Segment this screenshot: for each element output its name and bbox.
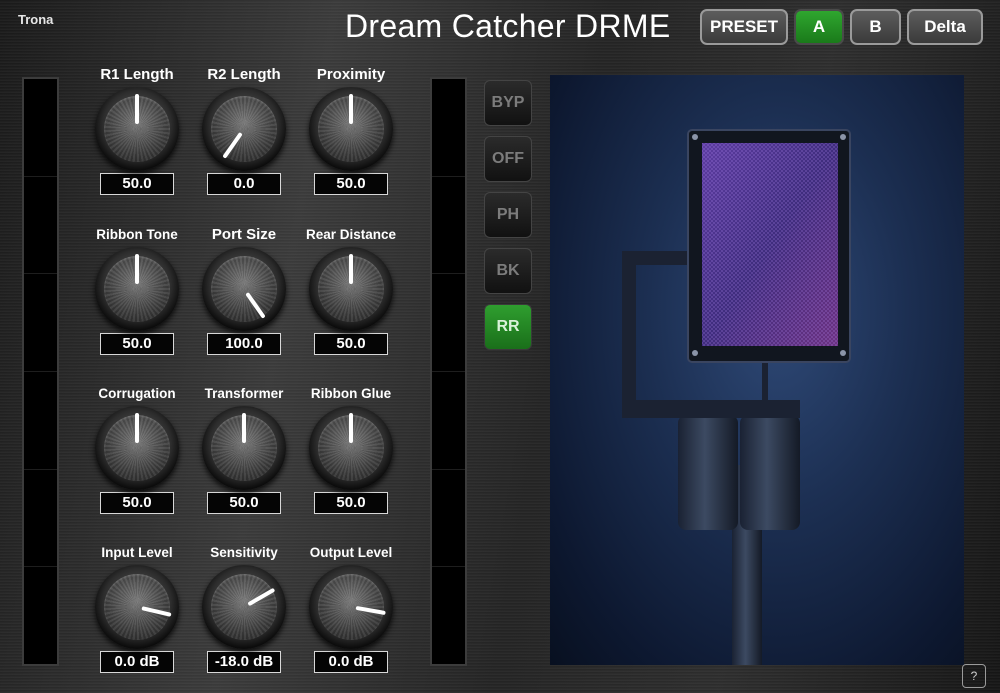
port-size-value[interactable]: 100.0	[207, 333, 281, 355]
output-level-knob[interactable]	[309, 565, 393, 649]
microphone-photo	[550, 75, 964, 665]
sensitivity-control: Sensitivity -18.0 dB	[189, 543, 299, 673]
rear-distance-label: Rear Distance	[305, 227, 397, 242]
input-level-knob[interactable]	[95, 565, 179, 649]
input-level-meter	[22, 77, 59, 666]
r1-length-value[interactable]: 50.0	[100, 173, 174, 195]
proximity-knob[interactable]	[309, 87, 393, 171]
ribbon-glue-control: Ribbon Glue 50.0	[296, 384, 406, 514]
r2-length-knob[interactable]	[202, 87, 286, 171]
port-size-label: Port Size	[211, 226, 277, 243]
corrugation-knob[interactable]	[95, 406, 179, 490]
sensitivity-value[interactable]: -18.0 dB	[207, 651, 281, 673]
delta-button[interactable]: Delta	[907, 9, 983, 45]
port-size-knob[interactable]	[202, 247, 286, 331]
r1-length-label: R1 Length	[100, 66, 174, 83]
mode-bk-button[interactable]: BK	[484, 248, 532, 294]
ribbon-tone-label: Ribbon Tone	[96, 227, 178, 242]
mode-bypass-button[interactable]: BYP	[484, 80, 532, 126]
proximity-label: Proximity	[316, 66, 386, 83]
proximity-control: Proximity 50.0	[296, 65, 406, 195]
mode-rr-button[interactable]: RR	[484, 304, 532, 350]
r1-length-control: R1 Length 50.0	[82, 65, 192, 195]
transformer-control: Transformer 50.0	[189, 384, 299, 514]
ribbon-glue-value[interactable]: 50.0	[314, 492, 388, 514]
r2-length-control: R2 Length 0.0	[189, 65, 299, 195]
mode-ph-button[interactable]: PH	[484, 192, 532, 238]
sensitivity-knob[interactable]	[202, 565, 286, 649]
rear-distance-value[interactable]: 50.0	[314, 333, 388, 355]
mode-off-button[interactable]: OFF	[484, 136, 532, 182]
preset-b-button[interactable]: B	[850, 9, 901, 45]
r1-length-knob[interactable]	[95, 87, 179, 171]
input-level-control: Input Level 0.0 dB	[82, 543, 192, 673]
ribbon-tone-knob[interactable]	[95, 247, 179, 331]
transformer-value[interactable]: 50.0	[207, 492, 281, 514]
brand-label: Trona	[18, 12, 54, 27]
proximity-value[interactable]: 50.0	[314, 173, 388, 195]
corrugation-control: Corrugation 50.0	[82, 384, 192, 514]
port-size-control: Port Size 100.0	[189, 225, 299, 355]
help-icon[interactable]: ?	[962, 664, 986, 688]
rear-distance-knob[interactable]	[309, 247, 393, 331]
ribbon-tone-control: Ribbon Tone 50.0	[82, 225, 192, 355]
input-level-value[interactable]: 0.0 dB	[100, 651, 174, 673]
output-level-label: Output Level	[309, 545, 393, 560]
output-level-value[interactable]: 0.0 dB	[314, 651, 388, 673]
transformer-label: Transformer	[204, 386, 284, 401]
corrugation-label: Corrugation	[98, 386, 176, 401]
sensitivity-label: Sensitivity	[210, 545, 278, 560]
ribbon-tone-value[interactable]: 50.0	[100, 333, 174, 355]
r2-length-label: R2 Length	[207, 66, 281, 83]
transformer-knob[interactable]	[202, 406, 286, 490]
corrugation-value[interactable]: 50.0	[100, 492, 174, 514]
rear-distance-control: Rear Distance 50.0	[296, 225, 406, 355]
ribbon-glue-label: Ribbon Glue	[310, 386, 392, 401]
preset-button[interactable]: PRESET	[700, 9, 788, 45]
output-level-meter	[430, 77, 467, 666]
output-level-control: Output Level 0.0 dB	[296, 543, 406, 673]
preset-a-button[interactable]: A	[794, 9, 844, 45]
plugin-title: Dream Catcher DRME	[345, 8, 671, 44]
ribbon-microphone-icon	[622, 129, 851, 665]
ribbon-glue-knob[interactable]	[309, 406, 393, 490]
input-level-label: Input Level	[101, 545, 173, 560]
r2-length-value[interactable]: 0.0	[207, 173, 281, 195]
